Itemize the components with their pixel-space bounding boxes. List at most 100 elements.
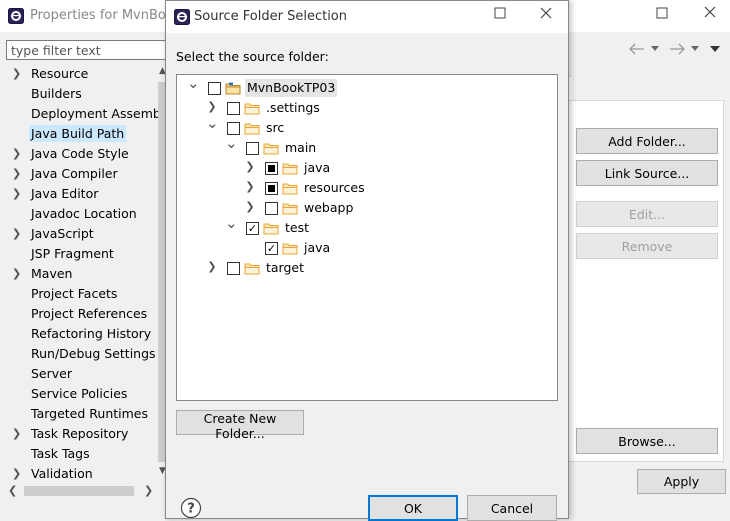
- nav-item[interactable]: Targeted Runtimes: [0, 404, 158, 424]
- nav-item-label: Maven: [31, 266, 73, 281]
- folder-icon: [244, 103, 260, 115]
- nav-item[interactable]: ❯ Java Code Style: [0, 144, 158, 164]
- folder-icon: [263, 223, 279, 235]
- chevron-down-icon[interactable]: ⌄: [225, 216, 238, 231]
- chevron-right-icon[interactable]: ❯: [244, 161, 256, 173]
- tree-node-checkbox[interactable]: ✓: [246, 222, 259, 235]
- dialog-close-button[interactable]: [536, 6, 556, 24]
- dialog-prompt: Select the source folder:: [176, 49, 329, 64]
- chevron-right-icon[interactable]: ❯: [206, 101, 218, 113]
- nav-item[interactable]: Task Tags: [0, 444, 158, 464]
- maximize-button[interactable]: [652, 7, 672, 23]
- chevron-right-icon[interactable]: ❯: [244, 181, 256, 193]
- folder-icon: [282, 163, 298, 175]
- chevron-right-icon[interactable]: ❯: [12, 144, 21, 164]
- nav-item-label: Server: [31, 366, 72, 381]
- nav-item[interactable]: ❯ Java Compiler: [0, 164, 158, 184]
- properties-nav-tree: ❯ Resource Builders Deployment Assembly Java…: [0, 64, 158, 482]
- chevron-down-icon[interactable]: ⌄: [187, 76, 200, 91]
- ok-button[interactable]: OK: [368, 495, 458, 521]
- eclipse-dialog-icon: [174, 9, 190, 25]
- properties-window-title: Properties for MvnBook: [30, 8, 182, 23]
- svg-text:?: ?: [187, 502, 195, 517]
- nav-item-label: Run/Debug Settings: [31, 346, 156, 361]
- nav-item-label: Javadoc Location: [31, 206, 137, 221]
- chevron-right-icon[interactable]: ❯: [12, 224, 21, 244]
- apply-button[interactable]: Apply: [637, 469, 726, 494]
- nav-item-label: Service Policies: [31, 386, 128, 401]
- nav-item-label: Java Build Path: [29, 125, 127, 142]
- forward-dropdown-icon[interactable]: [691, 46, 699, 52]
- nav-item[interactable]: ❯ Java Editor: [0, 184, 158, 204]
- nav-item[interactable]: ❯ Maven: [0, 264, 158, 284]
- nav-horizontal-scroll-thumb[interactable]: [24, 486, 134, 496]
- view-menu-icon[interactable]: [710, 46, 720, 53]
- nav-item[interactable]: ❯ Task Repository: [0, 424, 158, 444]
- nav-item[interactable]: ❯ Validation: [0, 464, 158, 482]
- tree-node-checkbox[interactable]: [265, 162, 278, 175]
- add-folder-button[interactable]: Add Folder...: [576, 128, 718, 154]
- chevron-right-icon[interactable]: ❯: [12, 184, 21, 204]
- remove-button[interactable]: Remove: [576, 233, 718, 259]
- folder-icon: [282, 203, 298, 215]
- chevron-right-icon[interactable]: ❯: [12, 64, 21, 84]
- nav-item[interactable]: Run/Debug Settings: [0, 344, 158, 364]
- back-arrow-icon[interactable]: [628, 42, 646, 56]
- nav-item[interactable]: Deployment Assembly: [0, 104, 158, 124]
- tree-node-checkbox[interactable]: [208, 82, 221, 95]
- nav-item[interactable]: Server: [0, 364, 158, 384]
- tree-node-checkbox[interactable]: [265, 182, 278, 195]
- maximize-icon: [494, 7, 506, 19]
- nav-item[interactable]: Project References: [0, 304, 158, 324]
- nav-item[interactable]: Javadoc Location: [0, 204, 158, 224]
- nav-item-label: Task Repository: [31, 426, 129, 441]
- chevron-right-icon[interactable]: ❯: [12, 164, 21, 184]
- chevron-down-icon[interactable]: ⌄: [225, 136, 238, 151]
- forward-arrow-icon[interactable]: [668, 42, 686, 56]
- source-folder-selection-dialog: Source Folder Selection Select the sourc…: [165, 0, 569, 521]
- dialog-title: Source Folder Selection: [194, 9, 347, 24]
- browse-button[interactable]: Browse...: [576, 428, 718, 454]
- nav-item-label: Java Editor: [31, 186, 99, 201]
- tree-node-checkbox[interactable]: ✓: [265, 242, 278, 255]
- scroll-right-arrow-icon[interactable]: ❯: [144, 484, 153, 497]
- chevron-right-icon[interactable]: ❯: [12, 464, 21, 482]
- close-button[interactable]: [700, 5, 720, 23]
- nav-item-label: Java Code Style: [31, 146, 129, 161]
- nav-item[interactable]: ❯ Resource: [0, 64, 158, 84]
- maximize-icon: [656, 7, 668, 19]
- filter-input[interactable]: [6, 40, 168, 60]
- tree-node-label: target: [266, 260, 305, 275]
- folder-icon: [263, 143, 279, 155]
- tree-node-checkbox[interactable]: [265, 202, 278, 215]
- chevron-right-icon[interactable]: ❯: [244, 201, 256, 213]
- chevron-right-icon[interactable]: ❯: [12, 264, 21, 284]
- tree-node-label: MvnBookTP03: [245, 79, 338, 97]
- chevron-right-icon[interactable]: ❯: [206, 261, 218, 273]
- link-source-button[interactable]: Link Source...: [576, 160, 718, 186]
- nav-item[interactable]: Java Build Path: [0, 124, 158, 144]
- tree-node-label: main: [285, 140, 317, 155]
- tree-node-checkbox[interactable]: [227, 102, 240, 115]
- scroll-left-arrow-icon[interactable]: ❮: [8, 484, 17, 497]
- nav-item[interactable]: JSP Fragment: [0, 244, 158, 264]
- eclipse-app-icon: [8, 8, 24, 24]
- nav-item[interactable]: Service Policies: [0, 384, 158, 404]
- chevron-down-icon[interactable]: ⌄: [206, 116, 219, 131]
- nav-item[interactable]: ❯ JavaScript: [0, 224, 158, 244]
- cancel-button[interactable]: Cancel: [467, 495, 557, 521]
- nav-item[interactable]: Builders: [0, 84, 158, 104]
- tree-node-checkbox[interactable]: [227, 262, 240, 275]
- tree-node-label: .settings: [266, 100, 320, 115]
- edit-button[interactable]: Edit...: [576, 201, 718, 227]
- help-icon[interactable]: ?: [180, 497, 202, 519]
- dialog-maximize-button[interactable]: [490, 7, 510, 23]
- tree-node-checkbox[interactable]: [246, 142, 259, 155]
- nav-item[interactable]: Project Facets: [0, 284, 158, 304]
- nav-item-label: Builders: [31, 86, 82, 101]
- back-dropdown-icon[interactable]: [651, 46, 659, 52]
- tree-node-label: resources: [304, 180, 365, 195]
- nav-item[interactable]: Refactoring History: [0, 324, 158, 344]
- chevron-right-icon[interactable]: ❯: [12, 424, 21, 444]
- create-new-folder-button[interactable]: Create New Folder...: [176, 410, 304, 441]
